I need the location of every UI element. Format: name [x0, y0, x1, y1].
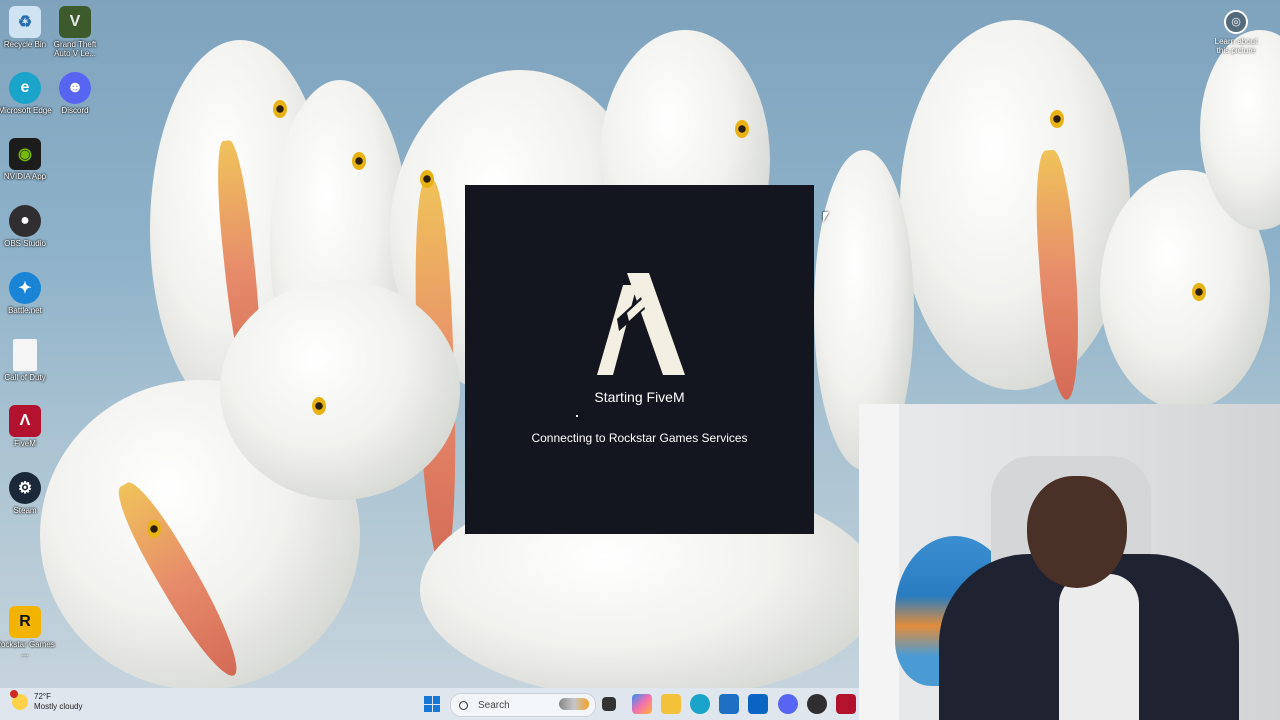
desktop-icon-nvidia[interactable]: ◉ NVIDIA App	[0, 138, 55, 181]
recycle-bin-icon: ♻	[9, 6, 41, 38]
rockstar-icon: R	[9, 606, 41, 638]
desktop-icon-call-of-duty[interactable]: Call of Duty	[0, 339, 55, 382]
weather-temp: 72°F	[34, 692, 51, 701]
fivem-icon: Λ	[9, 405, 41, 437]
edge-icon: e	[9, 72, 41, 104]
discord-taskbar-icon[interactable]	[778, 694, 798, 714]
taskbar-search[interactable]: Search	[450, 693, 596, 717]
steam-icon: ⚙	[9, 472, 41, 504]
file-icon	[13, 339, 37, 371]
outlook-icon[interactable]	[748, 694, 768, 714]
mouse-cursor-icon	[823, 212, 829, 222]
obs-icon: ●	[9, 205, 41, 237]
gta-icon: V	[59, 6, 91, 38]
discord-icon: ☻	[59, 72, 91, 104]
desktop-icon-steam[interactable]: ⚙ Steam	[0, 472, 55, 515]
learn-about-picture[interactable]: ◎ Learn about this picture	[1208, 10, 1264, 55]
desktop-icon-fivem[interactable]: Λ FiveM	[0, 405, 55, 448]
desktop-icon-battlenet[interactable]: ✦ Battle.net	[0, 272, 55, 315]
desktop-icon-discord[interactable]: ☻ Discord	[45, 72, 105, 115]
battlenet-icon: ✦	[9, 272, 41, 304]
webcam-overlay	[859, 404, 1280, 720]
task-view-icon[interactable]	[602, 697, 616, 711]
splash-status: Connecting to Rockstar Games Services	[531, 431, 748, 445]
fivem-taskbar-icon[interactable]	[836, 694, 856, 714]
search-highlight-icon	[559, 698, 589, 710]
fivem-logo-icon	[597, 273, 685, 375]
desktop-icon-rockstar[interactable]: R Rockstar Games ...	[0, 606, 55, 658]
search-icon	[459, 700, 468, 710]
fivem-splash-window: Starting FiveM Connecting to Rockstar Ga…	[465, 185, 814, 534]
desktop-icon-gta[interactable]: V Grand Theft Auto V Le...	[45, 6, 105, 58]
search-placeholder: Search	[478, 699, 510, 711]
loading-indicator	[576, 415, 578, 417]
notification-badge	[10, 690, 18, 698]
copilot-icon[interactable]	[632, 694, 652, 714]
camera-icon: ◎	[1224, 10, 1248, 34]
edge-taskbar-icon[interactable]	[690, 694, 710, 714]
store-icon[interactable]	[719, 694, 739, 714]
weather-widget[interactable]: 72°F Mostly cloudy	[10, 690, 83, 712]
desktop-icon-obs[interactable]: ● OBS Studio	[0, 205, 55, 248]
taskbar: 72°F Mostly cloudy Search	[0, 688, 859, 720]
file-explorer-icon[interactable]	[661, 694, 681, 714]
splash-title: Starting FiveM	[594, 389, 685, 405]
weather-desc: Mostly cloudy	[34, 702, 83, 711]
obs-taskbar-icon[interactable]	[807, 694, 827, 714]
start-button[interactable]	[424, 696, 440, 712]
weather-icon	[10, 690, 28, 710]
nvidia-icon: ◉	[9, 138, 41, 170]
